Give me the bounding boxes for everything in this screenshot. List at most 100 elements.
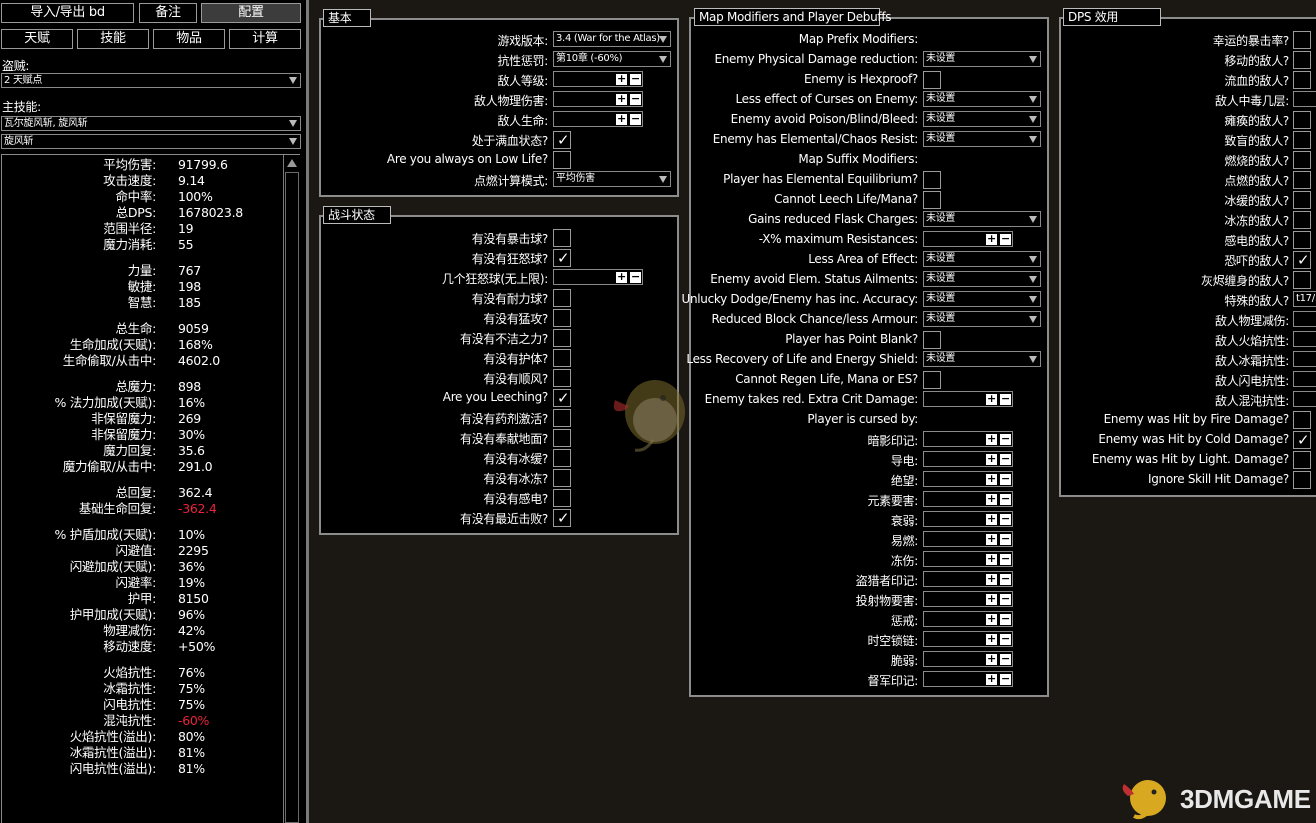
minus-icon[interactable]: − <box>1000 513 1011 525</box>
map-select[interactable]: 未设置 <box>923 351 1041 367</box>
dps-checkbox[interactable] <box>1293 171 1311 189</box>
map-select[interactable]: 未设置 <box>923 291 1041 307</box>
combat-checkbox[interactable] <box>553 449 571 467</box>
plus-icon[interactable]: + <box>616 93 627 105</box>
map-select[interactable]: 未设置 <box>923 91 1041 107</box>
map-checkbox[interactable] <box>923 171 941 189</box>
map-number-input[interactable]: + − <box>923 391 1013 407</box>
map-checkbox[interactable] <box>923 191 941 209</box>
map-number-input[interactable]: + − <box>923 631 1013 647</box>
minus-icon[interactable]: − <box>1000 453 1011 465</box>
minus-icon[interactable]: − <box>1000 593 1011 605</box>
plus-icon[interactable]: + <box>986 513 997 525</box>
combat-checkbox[interactable] <box>553 229 571 247</box>
map-select[interactable]: 未设置 <box>923 111 1041 127</box>
tab-notes[interactable]: 备注 <box>139 3 197 23</box>
dps-checkbox[interactable]: ✓ <box>1293 431 1311 449</box>
map-checkbox[interactable] <box>923 371 941 389</box>
tab-skills[interactable]: 技能 <box>77 29 149 49</box>
plus-icon[interactable]: + <box>986 573 997 585</box>
map-number-input[interactable]: + − <box>923 611 1013 627</box>
combat-checkbox[interactable] <box>553 329 571 347</box>
dps-checkbox[interactable] <box>1293 111 1311 129</box>
minus-icon[interactable]: − <box>1000 433 1011 445</box>
map-number-input[interactable]: + − <box>923 471 1013 487</box>
plus-icon[interactable]: + <box>986 233 997 245</box>
tab-calcs[interactable]: 计算 <box>229 29 301 49</box>
minus-icon[interactable]: − <box>1000 633 1011 645</box>
plus-icon[interactable]: + <box>986 493 997 505</box>
dps-checkbox[interactable] <box>1293 71 1311 89</box>
minus-icon[interactable]: − <box>1000 233 1011 245</box>
dps-number-input[interactable] <box>1293 391 1316 407</box>
minus-icon[interactable]: − <box>630 93 641 105</box>
minus-icon[interactable]: − <box>1000 493 1011 505</box>
map-number-input[interactable]: + − <box>923 571 1013 587</box>
minus-icon[interactable]: − <box>1000 473 1011 485</box>
combat-checkbox[interactable] <box>553 309 571 327</box>
dps-number-input[interactable] <box>1293 311 1316 327</box>
dps-checkbox[interactable] <box>1293 231 1311 249</box>
minus-icon[interactable]: − <box>1000 673 1011 685</box>
plus-icon[interactable]: + <box>986 593 997 605</box>
passive-tree-select[interactable]: 2 天赋点 <box>1 73 301 88</box>
map-number-input[interactable]: + − <box>923 511 1013 527</box>
minus-icon[interactable]: − <box>1000 533 1011 545</box>
scroll-up-icon[interactable] <box>287 159 297 167</box>
enemy-life-input[interactable]: + − <box>553 111 643 127</box>
dps-checkbox[interactable] <box>1293 131 1311 149</box>
plus-icon[interactable]: + <box>986 433 997 445</box>
combat-checkbox[interactable]: ✓ <box>553 509 571 527</box>
map-number-input[interactable]: + − <box>923 551 1013 567</box>
map-select[interactable]: 未设置 <box>923 271 1041 287</box>
map-select[interactable]: 未设置 <box>923 251 1041 267</box>
dps-number-input[interactable] <box>1293 91 1316 107</box>
combat-checkbox[interactable] <box>553 409 571 427</box>
minus-icon[interactable]: − <box>630 73 641 85</box>
plus-icon[interactable]: + <box>986 653 997 665</box>
minus-icon[interactable]: − <box>1000 553 1011 565</box>
tab-config[interactable]: 配置 <box>201 3 301 23</box>
game-version-select[interactable]: 3.4 (War for the Atlas) <box>553 31 671 47</box>
low-life-checkbox[interactable] <box>553 151 571 169</box>
minus-icon[interactable]: − <box>630 113 641 125</box>
combat-checkbox[interactable]: ✓ <box>553 249 571 267</box>
map-number-input[interactable]: + − <box>923 431 1013 447</box>
combat-checkbox[interactable] <box>553 469 571 487</box>
combat-checkbox[interactable]: ✓ <box>553 389 571 407</box>
dps-number-input[interactable] <box>1293 371 1316 387</box>
combat-checkbox[interactable] <box>553 489 571 507</box>
plus-icon[interactable]: + <box>986 453 997 465</box>
tab-items[interactable]: 物品 <box>153 29 225 49</box>
plus-icon[interactable]: + <box>616 271 627 283</box>
plus-icon[interactable]: + <box>616 73 627 85</box>
map-number-input[interactable]: + − <box>923 591 1013 607</box>
map-number-input[interactable]: + − <box>923 491 1013 507</box>
plus-icon[interactable]: + <box>986 613 997 625</box>
minus-icon[interactable]: − <box>630 271 641 283</box>
plus-icon[interactable]: + <box>616 113 627 125</box>
resist-penalty-select[interactable]: 第10章 (-60%) <box>553 51 671 67</box>
combat-checkbox[interactable] <box>553 289 571 307</box>
map-checkbox[interactable] <box>923 331 941 349</box>
map-number-input[interactable]: + − <box>923 671 1013 687</box>
combat-checkbox[interactable] <box>553 369 571 387</box>
map-number-input[interactable]: + − <box>923 651 1013 667</box>
minus-icon[interactable]: − <box>1000 613 1011 625</box>
frenzy-count-input[interactable]: + − <box>553 269 643 285</box>
map-checkbox[interactable] <box>923 71 941 89</box>
map-number-input[interactable]: + − <box>923 531 1013 547</box>
dps-number-input[interactable] <box>1293 351 1316 367</box>
dps-checkbox[interactable] <box>1293 191 1311 209</box>
map-select[interactable]: 未设置 <box>923 211 1041 227</box>
plus-icon[interactable]: + <box>986 633 997 645</box>
panel-divider[interactable] <box>306 0 309 823</box>
combat-checkbox[interactable] <box>553 429 571 447</box>
ignite-mode-select[interactable]: 平均伤害 <box>553 171 671 187</box>
enemy-level-input[interactable]: + − <box>553 71 643 87</box>
map-select[interactable]: 未设置 <box>923 131 1041 147</box>
plus-icon[interactable]: + <box>986 673 997 685</box>
combat-checkbox[interactable] <box>553 349 571 367</box>
dps-checkbox[interactable] <box>1293 31 1311 49</box>
dps-number-input[interactable] <box>1293 331 1316 347</box>
